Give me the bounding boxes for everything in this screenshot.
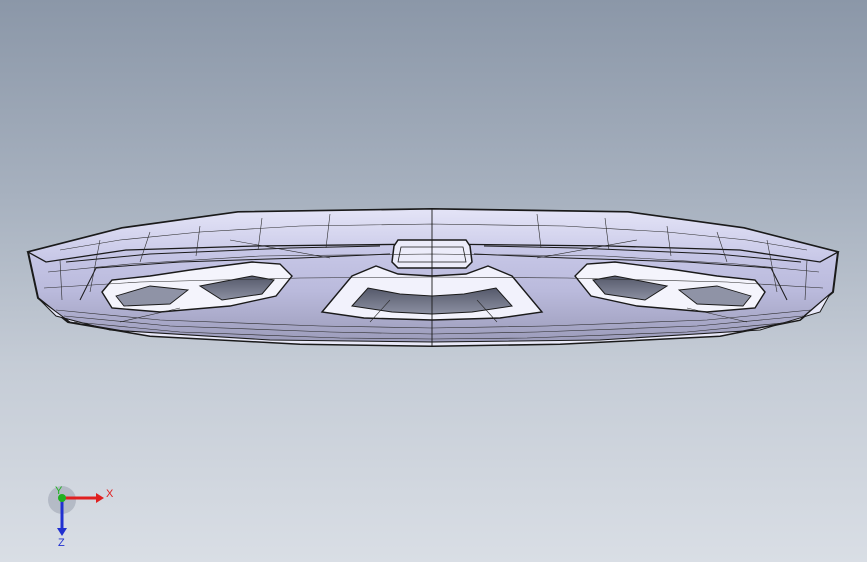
graphics-viewport[interactable]: X Y Z [0,0,867,562]
x-arrow-icon [96,493,104,503]
z-axis-label: Z [58,537,65,548]
z-arrow-icon [57,528,67,536]
y-axis-label: Y [55,485,63,497]
cad-part-model[interactable] [0,0,867,562]
x-axis-label: X [106,488,114,500]
reference-triad: X Y Z [48,485,114,548]
